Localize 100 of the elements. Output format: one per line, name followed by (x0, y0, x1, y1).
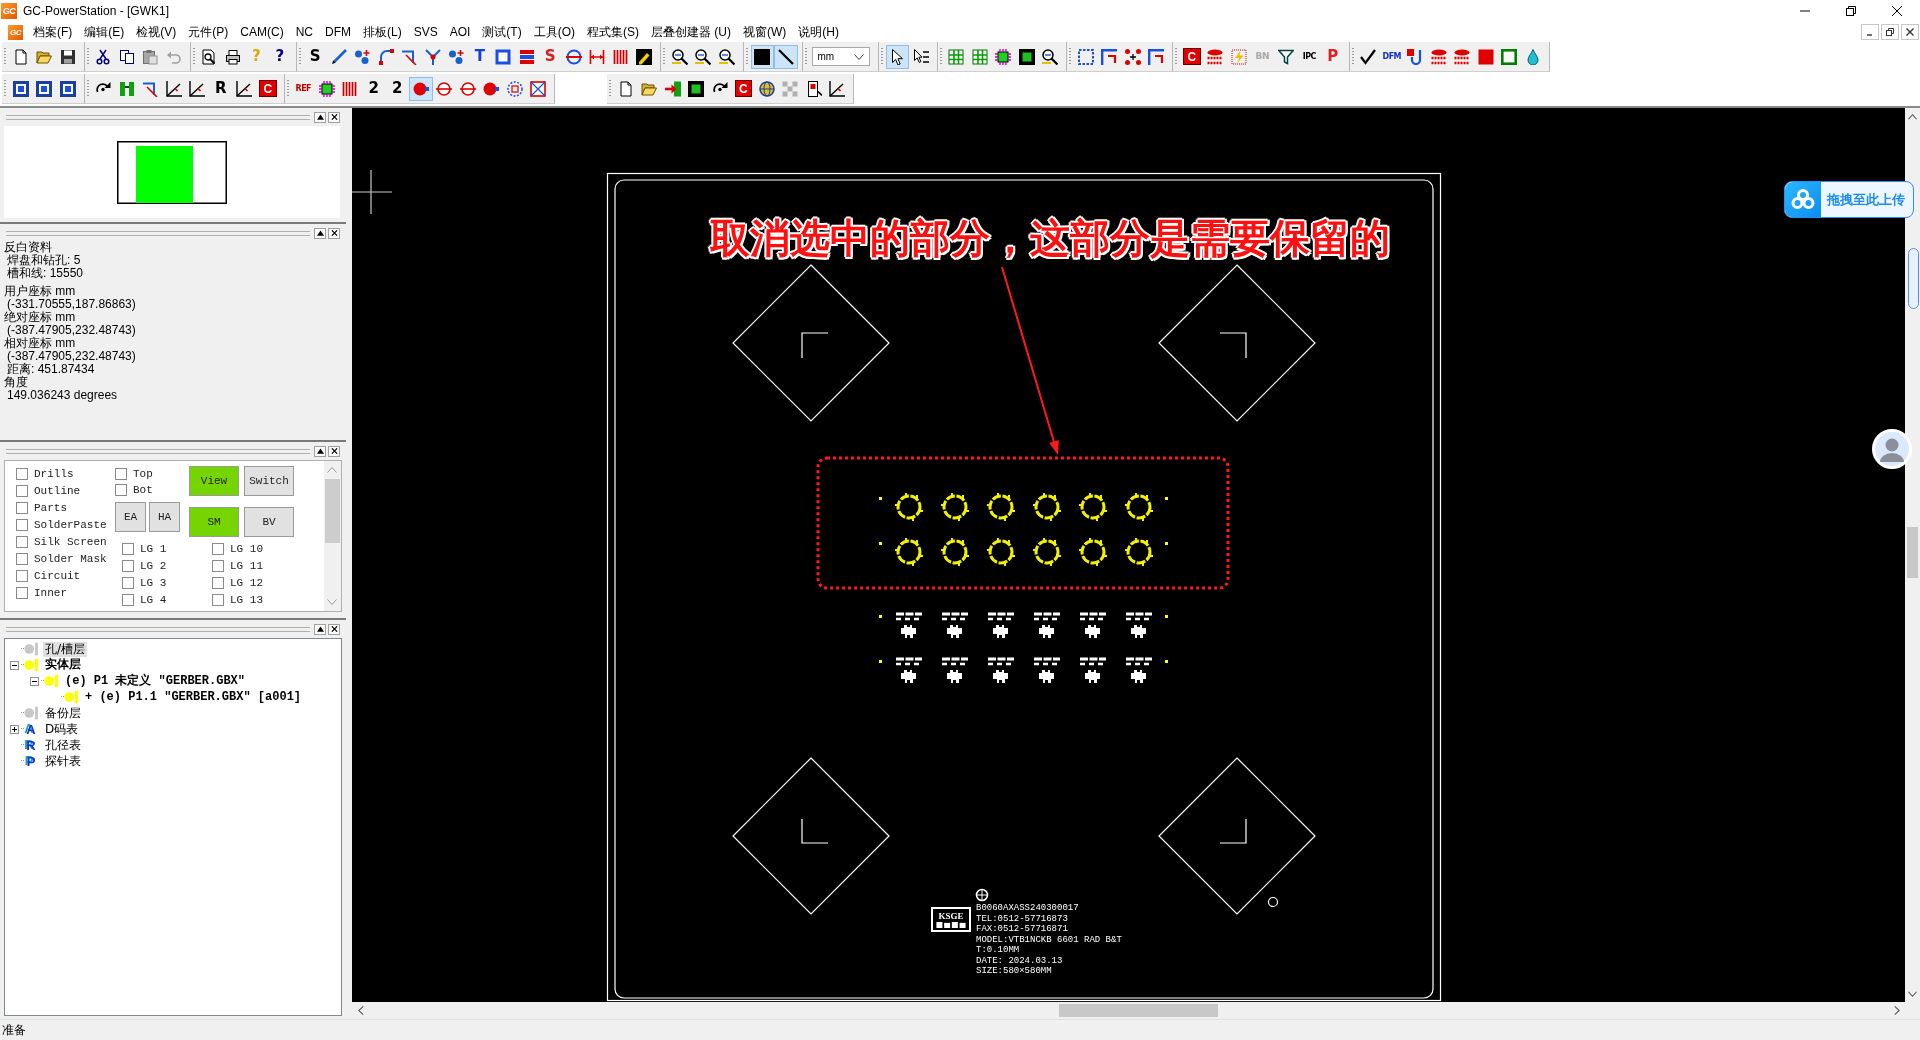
pad-shape[interactable] (1126, 612, 1152, 638)
scrollbar-thumb[interactable] (1907, 527, 1918, 578)
child-close-button[interactable] (1901, 24, 1919, 40)
checkbox[interactable] (16, 569, 28, 582)
scrollbar-track[interactable] (324, 461, 341, 611)
menu-item[interactable]: DFM (319, 23, 357, 41)
unit-dropdown[interactable]: mm (811, 47, 870, 66)
toolbar-button[interactable]: C (734, 80, 752, 97)
toolbar-button[interactable]: C (1183, 48, 1201, 65)
checkbox[interactable] (212, 593, 224, 606)
tree-item[interactable]: (e) P1 未定义 "GERBER.GBX" (63, 673, 248, 689)
checkbox[interactable] (16, 484, 28, 497)
toolbar-button[interactable]: ? (268, 44, 292, 69)
toolbar-button[interactable]: 2 (362, 76, 386, 101)
pad-shape[interactable] (896, 657, 922, 683)
pad-shape[interactable] (896, 612, 922, 638)
toolbar-button[interactable]: 2 (385, 76, 409, 101)
pad-shape[interactable] (1124, 492, 1154, 522)
pad-shape[interactable] (1032, 492, 1062, 522)
collapse-icon[interactable] (29, 676, 39, 686)
checkbox[interactable] (122, 576, 134, 589)
pad-shape[interactable] (940, 492, 970, 522)
toolbar-button[interactable]: R (209, 76, 233, 101)
pad-shape[interactable] (894, 492, 924, 522)
menu-item[interactable]: 元件(P) (182, 23, 235, 41)
side-handle[interactable] (1908, 248, 1919, 309)
menu-item[interactable]: 说明(H) (792, 23, 845, 41)
tree-item[interactable]: 实体层 (43, 657, 83, 673)
pad-shape[interactable] (986, 492, 1016, 522)
pad-shape[interactable] (986, 537, 1016, 567)
close-button[interactable] (328, 623, 340, 635)
view-mode-button[interactable]: BV (244, 506, 294, 537)
pad-shape[interactable] (1080, 657, 1106, 683)
pad-shape[interactable] (1080, 612, 1106, 638)
pad-shape[interactable] (940, 537, 970, 567)
menu-item[interactable]: 检视(V) (130, 23, 183, 41)
toolbar-button[interactable] (774, 44, 798, 69)
menu-item[interactable]: 工具(O) (527, 23, 581, 41)
pad-shape[interactable] (988, 612, 1014, 638)
scrollbar-thumb[interactable] (1059, 1004, 1218, 1017)
tree-item[interactable]: 孔/槽层 (43, 641, 88, 657)
collapse-button[interactable] (314, 445, 326, 457)
menu-item[interactable]: CAM(C) (234, 23, 290, 41)
menu-item[interactable]: 档案(F) (27, 23, 79, 41)
toolbar-button[interactable]: C (259, 80, 277, 97)
toolbar-button[interactable]: IPC (1297, 44, 1321, 69)
checkbox[interactable] (122, 559, 134, 572)
pad-shape[interactable] (1032, 537, 1062, 567)
child-minimize-button[interactable] (1861, 24, 1879, 40)
checkbox[interactable] (212, 576, 224, 589)
collapse-button[interactable] (314, 623, 326, 635)
layer-mode-button[interactable]: EA (115, 502, 146, 532)
checkbox[interactable] (212, 542, 224, 555)
expand-icon[interactable] (9, 724, 19, 734)
pad-shape[interactable] (1078, 537, 1108, 567)
pad-shape[interactable] (988, 657, 1014, 683)
pad-shape[interactable] (1126, 657, 1152, 683)
collapse-icon[interactable] (9, 660, 19, 670)
checkbox[interactable] (16, 586, 28, 599)
pad-shape[interactable] (942, 612, 968, 638)
pad-shape[interactable] (1034, 657, 1060, 683)
menu-item[interactable]: 编辑(E) (78, 23, 131, 41)
checkbox[interactable] (16, 501, 28, 514)
toolbar-button[interactable]: S (538, 44, 562, 69)
scrollbar-thumb[interactable] (325, 479, 340, 543)
checkbox[interactable] (16, 518, 28, 531)
checkbox[interactable] (212, 559, 224, 572)
menu-item[interactable]: 程式集(S) (581, 23, 645, 41)
collapse-button[interactable] (314, 227, 326, 239)
menu-item[interactable]: NC (289, 23, 319, 41)
tree-item[interactable]: + (e) P1.1 "GERBER.GBX" [a001] (83, 689, 304, 705)
tree-item[interactable]: 孔径表 (43, 737, 83, 753)
menu-item[interactable]: 测试(T) (476, 23, 528, 41)
checkbox[interactable] (16, 467, 28, 480)
menu-item[interactable]: AOI (443, 23, 477, 41)
toolbar-button[interactable]: S (303, 44, 327, 69)
menu-item[interactable]: 层叠创建器 (U) (645, 23, 737, 41)
pad-shape[interactable] (894, 537, 924, 567)
toolbar-button[interactable]: T (468, 44, 492, 69)
tree-item[interactable]: 备份层 (43, 705, 83, 721)
pad-shape[interactable] (942, 657, 968, 683)
toolbar-button[interactable] (885, 44, 909, 69)
layer-mode-button[interactable]: HA (149, 502, 180, 532)
checkbox[interactable] (16, 552, 28, 565)
tree-item[interactable]: 探针表 (43, 753, 83, 769)
menu-item[interactable]: 视窗(W) (737, 23, 793, 41)
menu-item[interactable]: 排板(L) (357, 23, 408, 41)
checkbox[interactable] (122, 542, 134, 555)
view-mode-button[interactable]: Switch (244, 466, 294, 496)
pad-shape[interactable] (1124, 537, 1154, 567)
child-restore-button[interactable] (1881, 24, 1899, 40)
checkbox[interactable] (16, 535, 28, 548)
close-button[interactable] (328, 111, 340, 123)
collapse-button[interactable] (314, 111, 326, 123)
toolbar-button[interactable]: DFM (1380, 44, 1404, 69)
close-button[interactable] (328, 227, 340, 239)
toolbar-button[interactable]: REF (291, 76, 315, 101)
checkbox[interactable] (122, 593, 134, 606)
toolbar-button[interactable]: P (1321, 44, 1345, 69)
pad-shape[interactable] (1078, 492, 1108, 522)
